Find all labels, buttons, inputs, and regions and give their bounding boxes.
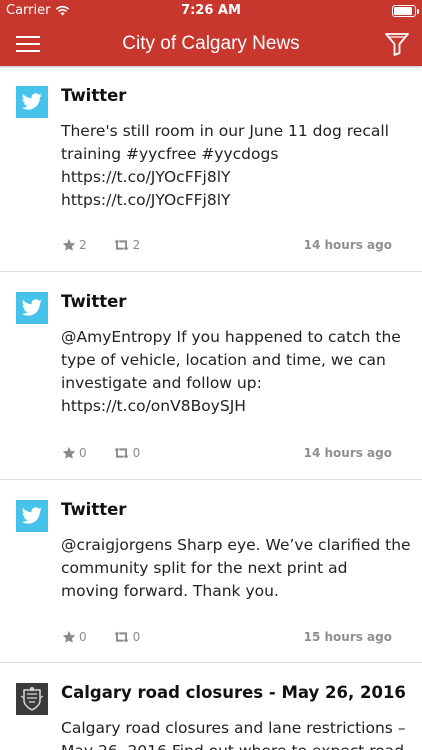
favorite-count[interactable]: 0 <box>62 446 87 460</box>
feed-item-text: There's still room in our June 11 dog re… <box>61 122 389 209</box>
retweet-count[interactable]: 0 <box>113 446 140 460</box>
favorite-count[interactable]: 0 <box>62 630 87 644</box>
nav-bar: City of Calgary News <box>0 22 422 66</box>
retweet-count[interactable]: 0 <box>113 630 140 644</box>
feed-item-meta: 0 0 14 hours ago <box>62 446 392 460</box>
feed-item-text: @AmyEntropy If you happened to catch the… <box>61 328 401 415</box>
filter-button[interactable] <box>382 30 412 58</box>
retweet-icon <box>113 447 129 459</box>
favorite-count[interactable]: 2 <box>62 238 87 252</box>
feed-item[interactable]: Twitter @AmyEntropy If you happened to c… <box>0 272 422 480</box>
star-icon <box>62 446 76 459</box>
feed-item-meta: 2 2 14 hours ago <box>62 238 392 252</box>
feed-item-time: 14 hours ago <box>303 446 392 460</box>
feed-item-text: Calgary road closures and lane restricti… <box>61 719 406 750</box>
feed-item-time: 15 hours ago <box>303 630 392 644</box>
feed-item[interactable]: Calgary road closures - May 26, 2016 Cal… <box>0 663 422 750</box>
twitter-bird-icon <box>16 86 48 118</box>
funnel-icon <box>385 33 409 56</box>
feed-item[interactable]: Twitter @craigjorgens Sharp eye. We’ve c… <box>0 480 422 663</box>
retweet-icon <box>113 239 129 251</box>
star-icon <box>62 238 76 251</box>
twitter-bird-icon <box>16 292 48 324</box>
feed-item-text: @craigjorgens Sharp eye. We’ve clarified… <box>61 536 411 600</box>
feed-item[interactable]: Twitter There's still room in our June 1… <box>0 66 422 272</box>
status-time: 7:26 AM <box>181 3 241 18</box>
status-bar: Carrier 7:26 AM <box>0 0 422 22</box>
star-icon <box>62 630 76 643</box>
feed-item-source: Twitter <box>61 86 127 105</box>
news-feed: Twitter There's still room in our June 1… <box>0 66 422 750</box>
page-title: City of Calgary News <box>122 33 300 54</box>
feed-item-source: Twitter <box>61 500 127 519</box>
feed-item-time: 14 hours ago <box>303 238 392 252</box>
feed-item-meta: 0 0 15 hours ago <box>62 630 392 644</box>
retweet-count[interactable]: 2 <box>113 238 140 252</box>
feed-item-source: Twitter <box>61 292 127 311</box>
battery-icon <box>392 5 419 17</box>
twitter-bird-icon <box>16 500 48 532</box>
retweet-icon <box>113 631 129 643</box>
feed-item-source: Calgary road closures - May 26, 2016 <box>61 683 406 702</box>
city-crest-icon <box>16 683 48 715</box>
